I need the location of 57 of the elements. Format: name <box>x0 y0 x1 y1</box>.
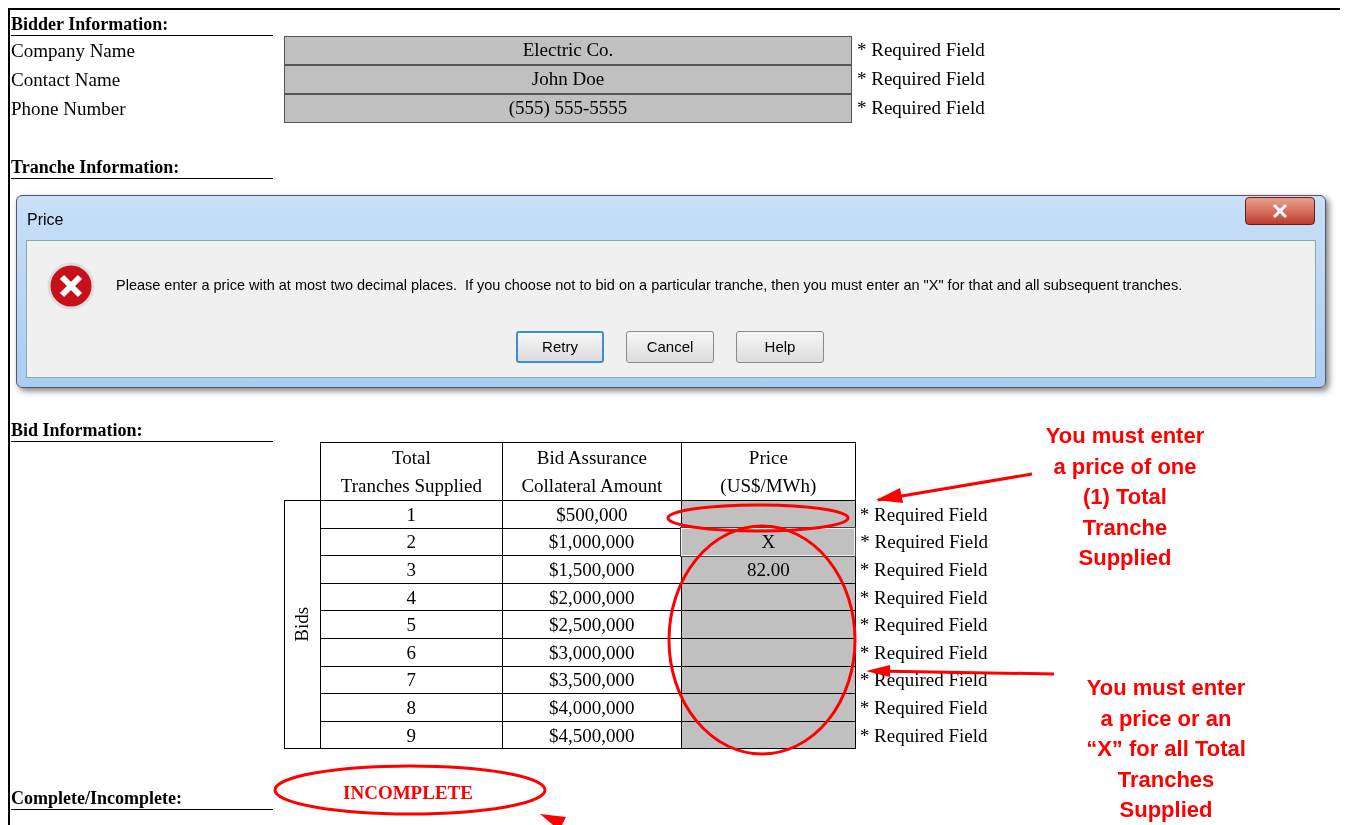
table-cell: $4,500,000 <box>502 721 682 749</box>
error-icon <box>47 262 95 310</box>
required-note: * Required Field <box>859 586 988 608</box>
dialog-button[interactable]: Retry <box>516 331 604 363</box>
dialog-button[interactable]: Help <box>736 331 824 363</box>
close-button[interactable] <box>1245 197 1315 225</box>
required-note: * Required Field <box>859 503 988 525</box>
field-label: Contact Name <box>11 70 122 89</box>
section-heading: Complete/Incomplete: <box>11 786 182 809</box>
column-header: Bid Assurance Collateral Amount <box>502 442 682 501</box>
table-cell: 3 <box>320 555 503 584</box>
price-cell[interactable] <box>681 610 856 639</box>
status-value: INCOMPLETE <box>343 781 473 806</box>
section-heading: Bid Information: <box>11 419 143 441</box>
table-cell: $500,000 <box>502 500 682 529</box>
required-note: * Required Field <box>860 531 989 553</box>
required-note: * Required Field <box>859 696 988 718</box>
required-note: * Required Field <box>859 614 988 636</box>
price-cell[interactable] <box>681 638 856 667</box>
dialog-message: Please enter a price with at most two decimal places. If you choose not to bid on a particular tranche, then you must enter an "X" for that and all subsequent tranches. <box>116 276 1183 296</box>
table-cell: 8 <box>320 693 503 722</box>
section-heading: Tranche Information: <box>11 156 180 178</box>
required-note: * Required Field <box>857 67 985 92</box>
table-cell: 5 <box>320 610 503 639</box>
table-cell: $3,500,000 <box>502 666 682 694</box>
annotation-arrow <box>540 814 566 825</box>
required-note: * Required Field <box>859 641 988 663</box>
close-icon <box>1272 204 1288 218</box>
required-note: * Required Field <box>857 38 985 63</box>
input-field[interactable]: John Doe <box>284 65 852 94</box>
price-cell[interactable] <box>681 583 856 611</box>
field-label: Company Name <box>11 41 136 60</box>
table-cell: 4 <box>320 583 503 611</box>
table-cell: 2 <box>320 528 503 556</box>
required-note: * Required Field <box>859 669 988 691</box>
table-cell: $1,500,000 <box>502 555 682 584</box>
section-heading: Bidder Information: <box>11 13 169 35</box>
input-field[interactable]: Electric Co. <box>284 36 852 65</box>
table-cell: $2,500,000 <box>502 610 682 639</box>
dialog-title: Price <box>27 210 64 230</box>
row-group-label: Bids <box>284 500 321 749</box>
annotation-text: You must enter a price or an “X” for all Total Tranches Supplied <box>1085 674 1247 824</box>
column-header: Price (US$/MWh) <box>681 442 856 501</box>
table-cell: 9 <box>320 721 503 749</box>
input-field[interactable]: (555) 555-5555 <box>284 94 852 123</box>
table-cell: $3,000,000 <box>502 638 682 667</box>
table-cell: 1 <box>320 500 503 529</box>
dialog-button[interactable]: Cancel <box>626 331 714 363</box>
column-header: Total Tranches Supplied <box>320 442 503 501</box>
required-note: * Required Field <box>859 724 988 746</box>
price-cell[interactable] <box>681 666 856 694</box>
required-note: * Required Field <box>857 96 985 121</box>
annotation-text: You must enter a price of one (1) Total Tranche Supplied <box>1044 422 1206 572</box>
table-cell: 6 <box>320 638 503 667</box>
field-label: Phone Number <box>11 99 127 118</box>
required-note: * Required Field <box>859 559 988 580</box>
table-cell: 7 <box>320 666 503 694</box>
